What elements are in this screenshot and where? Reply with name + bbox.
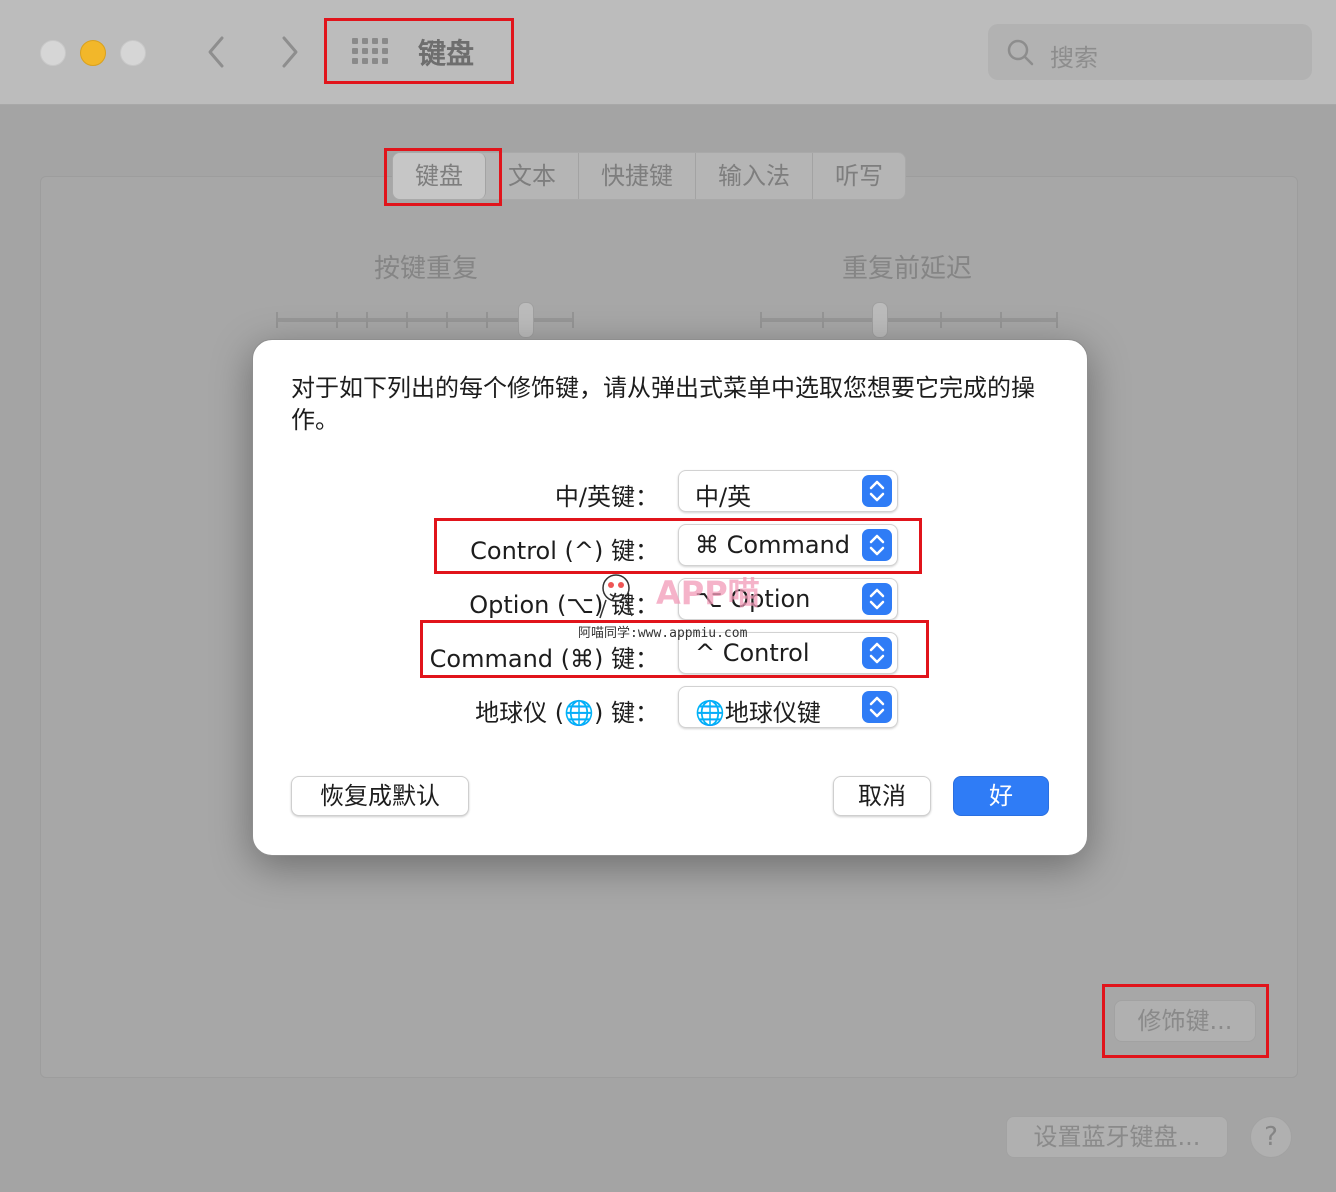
slider-tick bbox=[760, 312, 762, 328]
delay-until-repeat-label: 重复前延迟 bbox=[842, 254, 973, 284]
up-down-chevron-icon bbox=[862, 475, 892, 507]
delay-slider-knob[interactable] bbox=[872, 302, 888, 338]
highlight-box-command-row bbox=[420, 620, 929, 678]
modifier-row-cn-en: 中/英键： 中/英 bbox=[253, 470, 1087, 512]
globe-key-popup[interactable]: 🌐地球仪键 bbox=[678, 686, 898, 728]
slider-tick bbox=[940, 312, 942, 328]
key-repeat-slider-knob[interactable] bbox=[518, 302, 534, 338]
restore-defaults-button[interactable]: 恢复成默认 bbox=[291, 776, 469, 816]
watermark-brand: APP喵 bbox=[656, 574, 760, 612]
slider-tick bbox=[572, 312, 574, 328]
ok-button[interactable]: 好 bbox=[953, 776, 1049, 816]
search-icon bbox=[1007, 39, 1034, 66]
zoom-window-button[interactable] bbox=[120, 40, 146, 66]
slider-tick bbox=[406, 312, 408, 328]
slider-tick bbox=[276, 312, 278, 328]
highlight-box-tab bbox=[384, 148, 502, 206]
search-field[interactable]: 搜索 bbox=[988, 24, 1312, 80]
title-bar: 键盘 搜索 bbox=[0, 0, 1336, 105]
slider-tick bbox=[1000, 312, 1002, 328]
help-button[interactable]: ? bbox=[1250, 1116, 1292, 1158]
setup-bluetooth-keyboard-button[interactable]: 设置蓝牙键盘... bbox=[1006, 1116, 1228, 1158]
tab-input-sources[interactable]: 输入法 bbox=[696, 153, 813, 199]
chevron-left-icon bbox=[208, 36, 224, 68]
slider-tick bbox=[366, 312, 368, 328]
tab-shortcuts[interactable]: 快捷键 bbox=[579, 153, 696, 199]
up-down-chevron-icon bbox=[862, 583, 892, 615]
popup-value: 中/英 bbox=[695, 483, 752, 511]
delay-slider-track[interactable] bbox=[760, 318, 1058, 322]
forward-button[interactable] bbox=[270, 30, 310, 74]
modifier-row-label: 中/英键： bbox=[554, 483, 659, 511]
cat-logo-icon bbox=[599, 574, 633, 619]
search-placeholder: 搜索 bbox=[1050, 44, 1098, 72]
chevron-right-icon bbox=[282, 36, 298, 68]
cancel-button[interactable]: 取消 bbox=[833, 776, 931, 816]
key-repeat-label: 按键重复 bbox=[374, 254, 479, 284]
minimize-window-button[interactable] bbox=[80, 40, 106, 66]
slider-tick bbox=[1056, 312, 1058, 328]
slider-tick bbox=[822, 312, 824, 328]
modifier-row-label: 地球仪 (🌐) 键： bbox=[475, 699, 659, 727]
cn-en-key-popup[interactable]: 中/英 bbox=[678, 470, 898, 512]
dialog-instructions: 对于如下列出的每个修饰键，请从弹出式菜单中选取您想要它完成的操作。 bbox=[291, 374, 1035, 434]
slider-tick bbox=[486, 312, 488, 328]
highlight-box-control-row bbox=[434, 518, 922, 574]
close-window-button[interactable] bbox=[40, 40, 66, 66]
highlight-box-title bbox=[324, 18, 514, 84]
slider-tick bbox=[336, 312, 338, 328]
slider-tick bbox=[446, 312, 448, 328]
tab-dictation[interactable]: 听写 bbox=[813, 153, 905, 199]
back-button[interactable] bbox=[196, 30, 236, 74]
modifier-row-globe: 地球仪 (🌐) 键： 🌐地球仪键 bbox=[253, 686, 1087, 728]
popup-value: 🌐地球仪键 bbox=[695, 699, 821, 727]
highlight-box-modifier-button bbox=[1102, 984, 1269, 1058]
up-down-chevron-icon bbox=[862, 691, 892, 723]
